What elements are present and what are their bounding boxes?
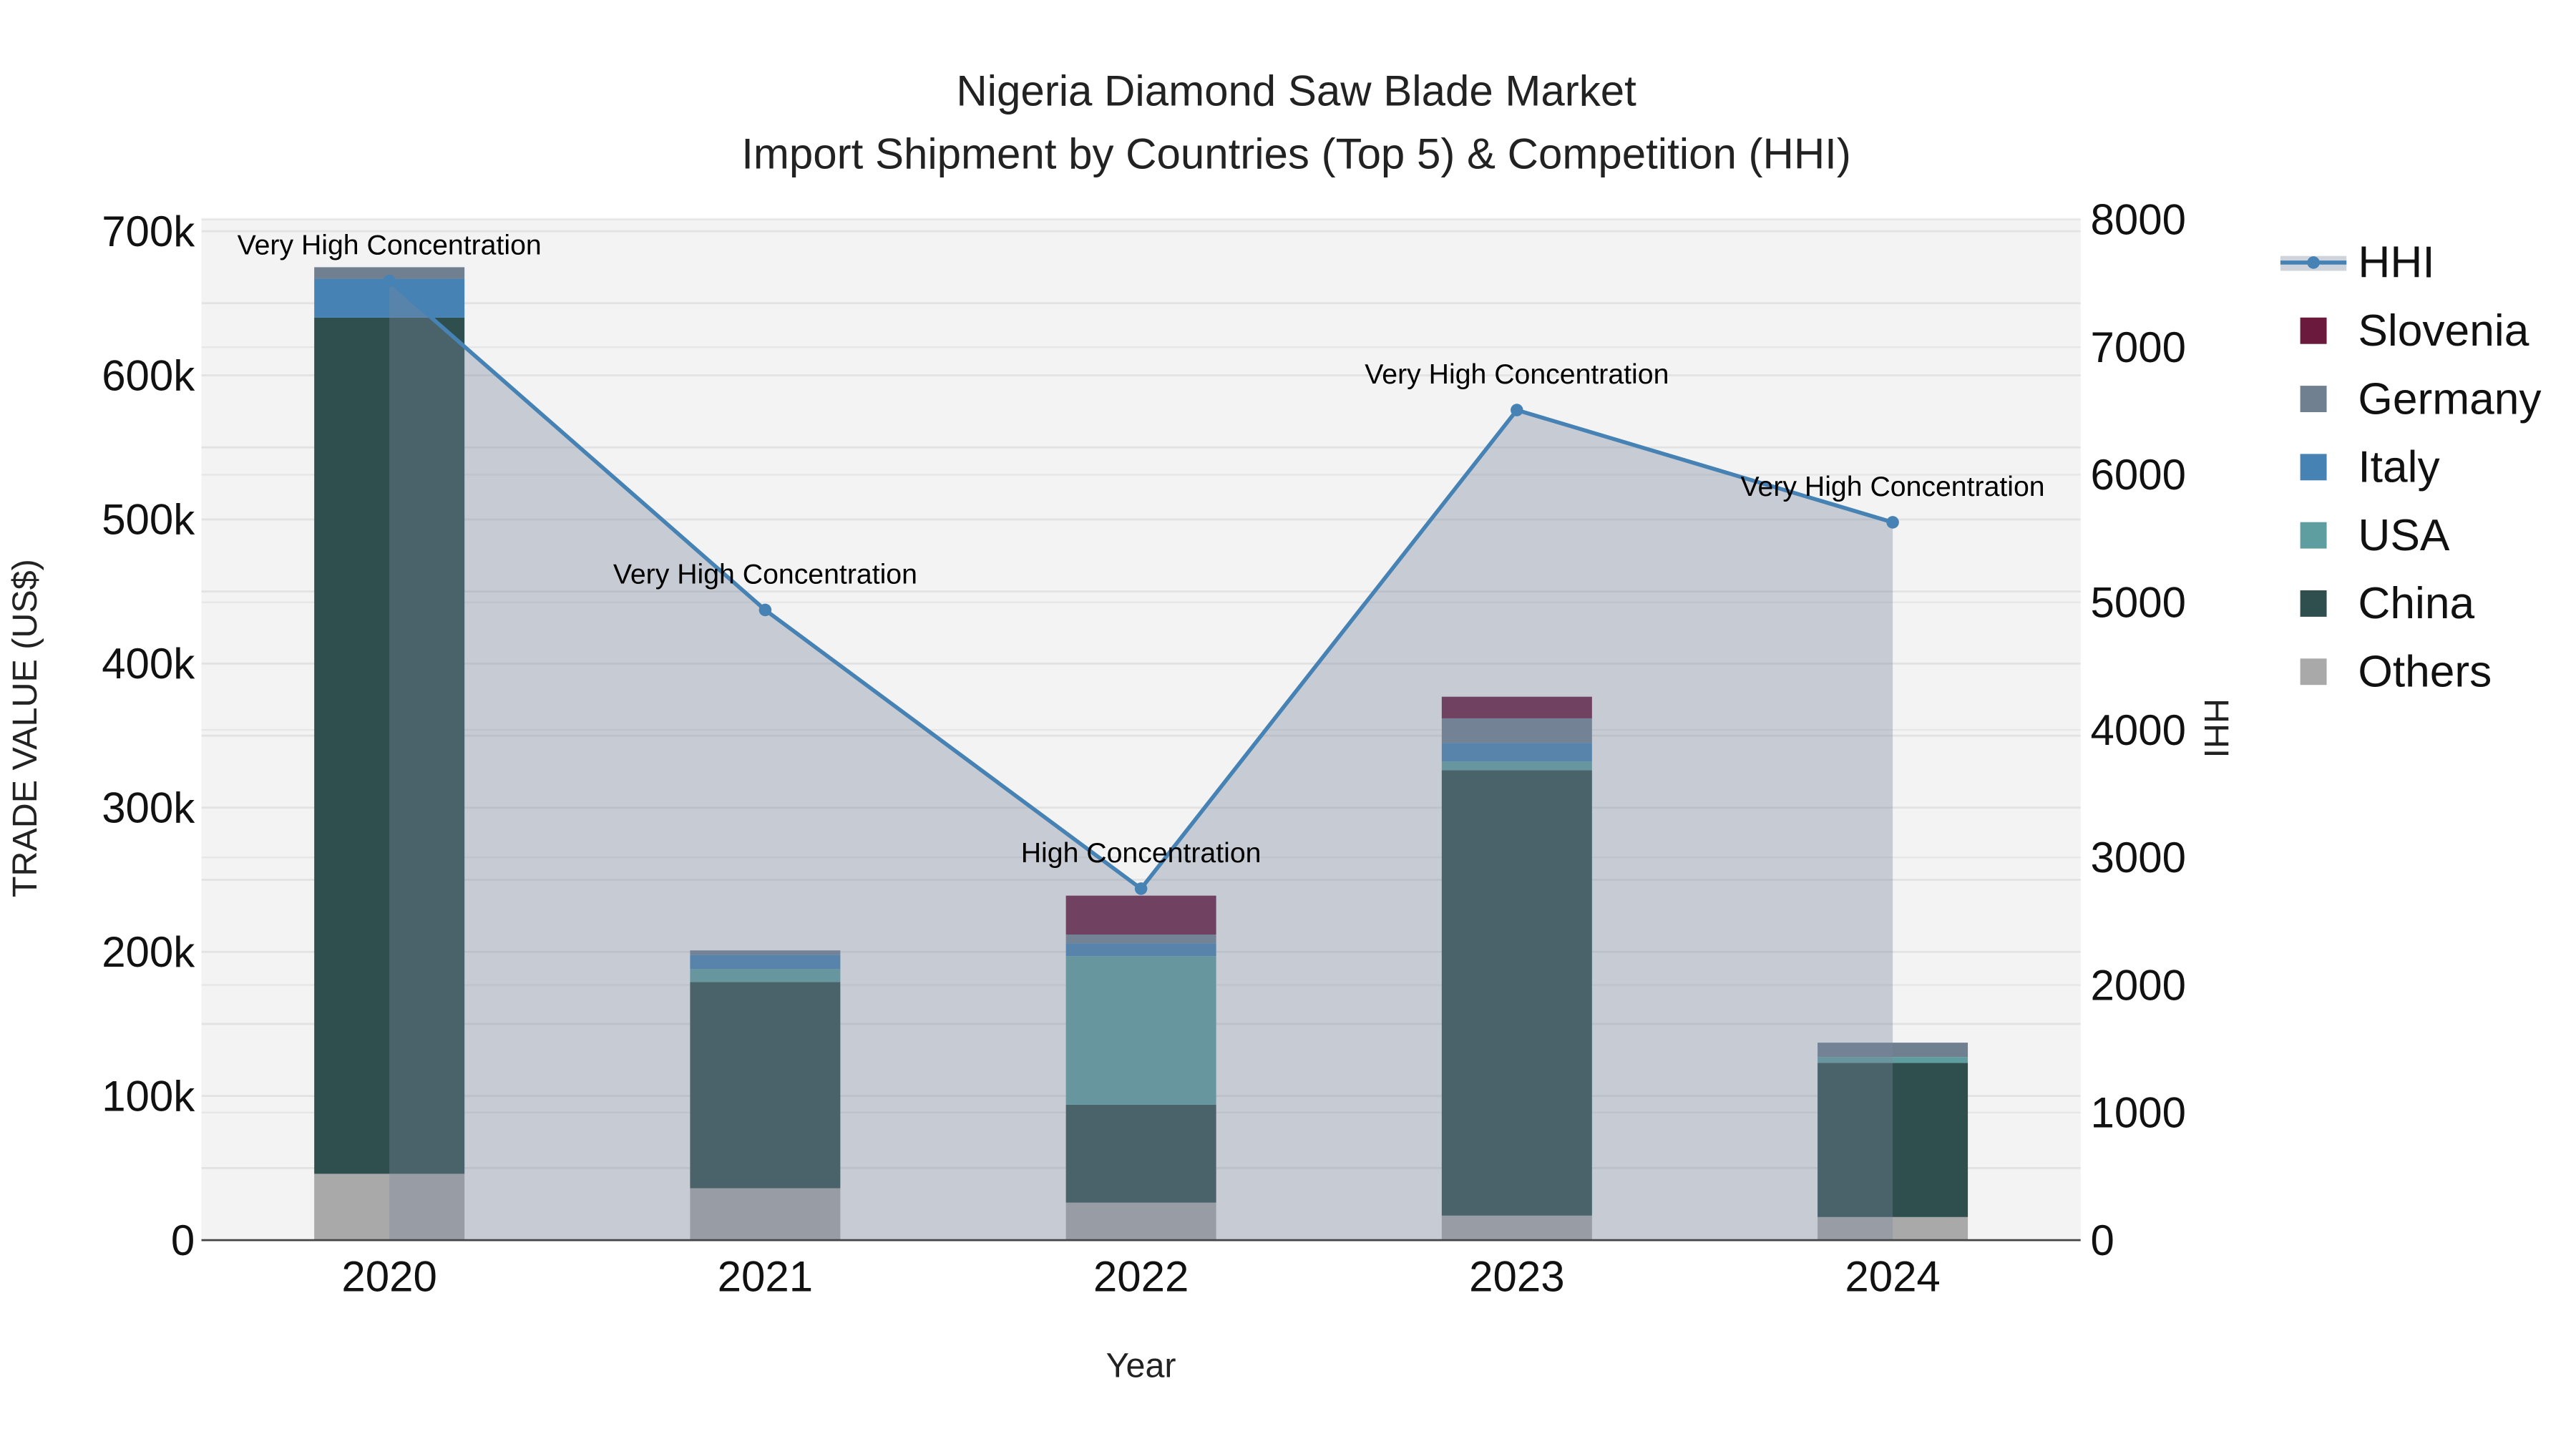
legend-label-china: China (2358, 579, 2474, 628)
y2-axis-ticks: 0 1000 2000 3000 4000 5000 6000 7000 8000 (2091, 196, 2186, 1264)
legend-label-hhi: HHI (2358, 238, 2434, 288)
y-axis-ticks: 0 100k 200k 300k 400k 500k 600k 700k (102, 208, 195, 1264)
legend-swatch-others (2300, 658, 2327, 686)
hhi-point-2022 (1134, 882, 1148, 895)
x-tick-label: 2024 (1845, 1253, 1940, 1301)
y-tick-label: 400k (102, 640, 195, 688)
legend-label-germany: Germany (2358, 374, 2542, 424)
legend-hhi-marker (2307, 256, 2320, 269)
y2-tick-label: 4000 (2091, 706, 2186, 754)
x-tick-label: 2020 (341, 1253, 436, 1301)
hhi-annotation-2023: Very High Concentration (1365, 358, 1669, 390)
x-tick-label: 2023 (1469, 1253, 1564, 1301)
x-tick-label: 2022 (1093, 1253, 1189, 1301)
y2-tick-label: 8000 (2091, 196, 2186, 244)
hhi-annotation-2024: Very High Concentration (1741, 471, 2045, 502)
hhi-annotation-2022: High Concentration (1021, 837, 1262, 869)
hhi-annotation-2020: Very High Concentration (238, 230, 542, 261)
chart: Very High Concentration Very High Concent… (6, 67, 2542, 1385)
y2-tick-label: 3000 (2091, 834, 2186, 882)
legend: HHI Slovenia Germany Italy USA China Others (2280, 238, 2542, 697)
legend-label-slovenia: Slovenia (2358, 306, 2529, 356)
x-tick-label: 2021 (718, 1253, 813, 1301)
x-axis-ticks: 2020 2021 2022 2023 2024 (341, 1253, 1940, 1301)
hhi-point-2021 (758, 603, 772, 617)
y2-tick-label: 5000 (2091, 579, 2186, 627)
legend-label-others: Others (2358, 648, 2492, 697)
y2-tick-label: 1000 (2091, 1089, 2186, 1137)
y2-tick-label: 0 (2091, 1216, 2114, 1264)
legend-swatch-slovenia (2300, 317, 2327, 344)
chart-title: Nigeria Diamond Saw Blade Market (956, 67, 1636, 115)
legend-label-italy: Italy (2358, 443, 2440, 492)
y-tick-label: 300k (102, 784, 195, 832)
hhi-point-2024 (1886, 516, 1899, 529)
legend-swatch-china (2300, 590, 2327, 617)
y2-axis-label: HHI (2197, 698, 2235, 758)
y2-tick-label: 6000 (2091, 451, 2186, 499)
y-tick-label: 0 (171, 1216, 195, 1264)
chart-subtitle: Import Shipment by Countries (Top 5) & C… (741, 130, 1851, 177)
y2-tick-label: 2000 (2091, 961, 2186, 1009)
hhi-point-2023 (1511, 404, 1523, 416)
y-tick-label: 100k (102, 1072, 195, 1120)
x-axis-label: Year (1106, 1347, 1176, 1385)
y2-tick-label: 7000 (2091, 323, 2186, 371)
y-tick-label: 500k (102, 496, 195, 544)
y-axis-label: TRADE VALUE (US$) (6, 559, 44, 897)
y-tick-label: 600k (102, 351, 195, 399)
legend-swatch-germany (2300, 386, 2327, 412)
legend-swatch-italy (2300, 454, 2327, 481)
y-tick-label: 700k (102, 208, 195, 255)
hhi-annotation-2021: Very High Concentration (613, 559, 917, 590)
hhi-point-2020 (383, 274, 396, 288)
legend-swatch-usa (2300, 522, 2327, 549)
y-tick-label: 200k (102, 928, 195, 976)
legend-label-usa: USA (2358, 511, 2450, 560)
